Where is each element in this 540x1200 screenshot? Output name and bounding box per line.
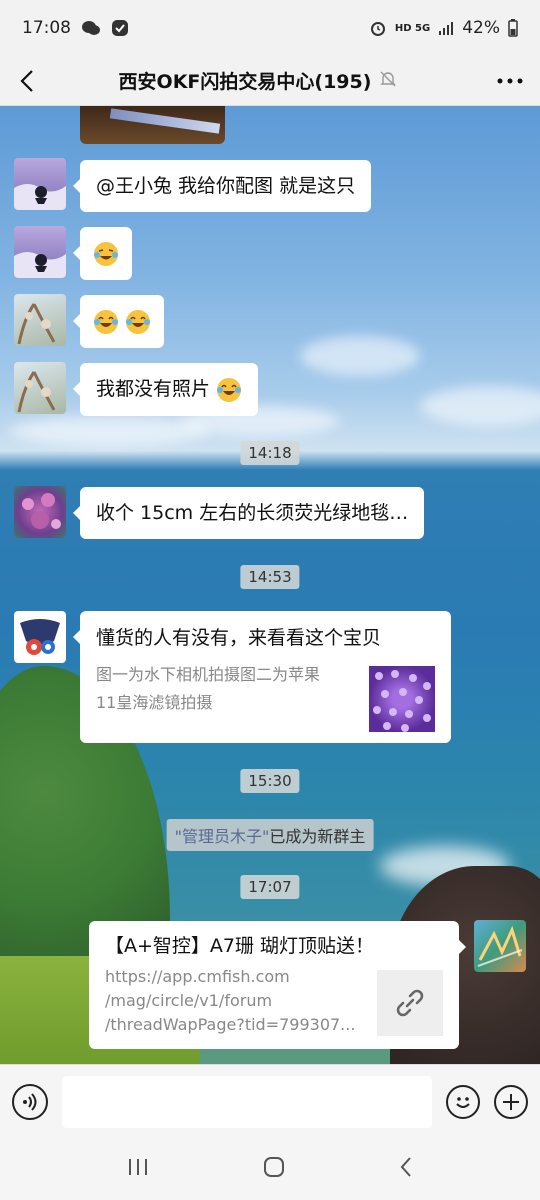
status-bar: 17:08 HD 5G 42% [0,0,540,56]
system-navigation-bar [0,1138,540,1200]
wechat-icon [81,20,101,36]
more-options-button[interactable] [480,56,540,106]
recent-apps-button[interactable] [126,1157,150,1181]
chat-area[interactable]: @王小兔 我给你配图 就是这只 我都没有照片 14:18 收个 15cm 左右的… [0,106,540,1064]
my-avatar[interactable] [474,920,526,972]
message-text: 收个 15cm 左右的长须荧光绿地毯… [96,502,409,524]
message-text: 我都没有照片 [96,378,211,400]
smiley-icon [456,1096,470,1108]
card-desc-line: 图一为水下相机拍摄图二为苹果 [96,665,321,684]
system-back-button[interactable] [398,1155,414,1183]
card-title: 懂货的人有没有，来看看这个宝贝 [96,627,382,649]
link-url-line: /threadWapPage?tid=799307... [105,1015,356,1034]
network-label: HD 5G [394,22,431,34]
battery-icon [508,19,518,37]
chat-header: 西安OKF闪拍交易中心(195) [0,56,540,106]
home-icon [264,1157,284,1177]
message-bubble[interactable] [72,295,165,348]
message-bubble[interactable]: @王小兔 我给你配图 就是这只 [72,160,372,212]
system-notice-name[interactable]: "管理员木子" [175,827,270,846]
status-time: 17:08 [22,18,71,38]
message-bubble[interactable]: 收个 15cm 左右的长须荧光绿地毯… [72,487,425,539]
mute-bell-icon [379,70,397,92]
more-dots-icon [497,78,523,83]
emoji-button[interactable] [446,1084,480,1119]
check-badge-icon [111,19,129,37]
back-chevron-icon [400,1157,411,1177]
plus-icon [503,1093,519,1110]
avatar[interactable] [14,486,66,538]
link-card-message[interactable]: 懂货的人有没有，来看看这个宝贝 图一为水下相机拍摄图二为苹果 11皇海滤镜拍摄 [73,611,451,743]
avatar[interactable] [14,294,66,346]
message-bubble[interactable] [73,227,132,280]
message-bubble[interactable]: 我都没有照片 [72,363,259,416]
laugh-tears-emoji-icon [217,377,242,402]
avatar[interactable] [14,158,66,210]
link-icon [396,989,424,1017]
timestamp: 14:53 [240,565,300,589]
link-card-message[interactable]: 【A+智控】A7珊 瑚灯顶贴送！ https://app.cmfish.com … [89,921,466,1049]
link-url-line: https://app.cmfish.com [105,967,290,986]
message-input[interactable] [62,1075,432,1128]
card-desc-line: 11皇海滤镜拍摄 [96,693,213,712]
plus-button[interactable] [494,1084,528,1119]
back-button[interactable] [0,56,54,106]
link-url-line: /mag/circle/v1/forum [105,991,273,1010]
laugh-tears-emoji-icon [94,309,118,334]
timestamp: 14:18 [240,441,300,465]
card-thumbnail [369,666,435,732]
laugh-tears-emoji-icon [126,309,151,334]
back-arrow-icon [20,69,33,92]
system-notice-text: 已成为新群主 [269,827,366,846]
alarm-icon [369,19,387,37]
chat-title: 西安OKF闪拍交易中心(195) [118,71,372,93]
link-thumbnail [377,970,443,1036]
timestamp: 17:07 [240,875,300,899]
link-title: 【A+智控】A7珊 瑚灯顶贴送！ [105,935,375,957]
battery-percent: 42% [462,18,500,38]
avatar[interactable] [14,611,66,663]
avatar[interactable] [14,226,66,278]
recent-apps-icon [129,1159,147,1175]
voice-icon [23,1092,37,1111]
avatar[interactable] [14,362,66,414]
voice-button[interactable] [12,1083,48,1120]
input-bar [0,1064,540,1138]
home-button[interactable] [262,1155,286,1183]
system-notice: "管理员木子"已成为新群主 [166,819,374,851]
timestamp: 15:30 [240,769,300,793]
message-text: @王小兔 我给你配图 就是这只 [96,175,356,197]
signal-icon [438,20,454,36]
image-message-partial[interactable] [80,106,225,144]
cry-laugh-emoji-icon [94,241,118,266]
